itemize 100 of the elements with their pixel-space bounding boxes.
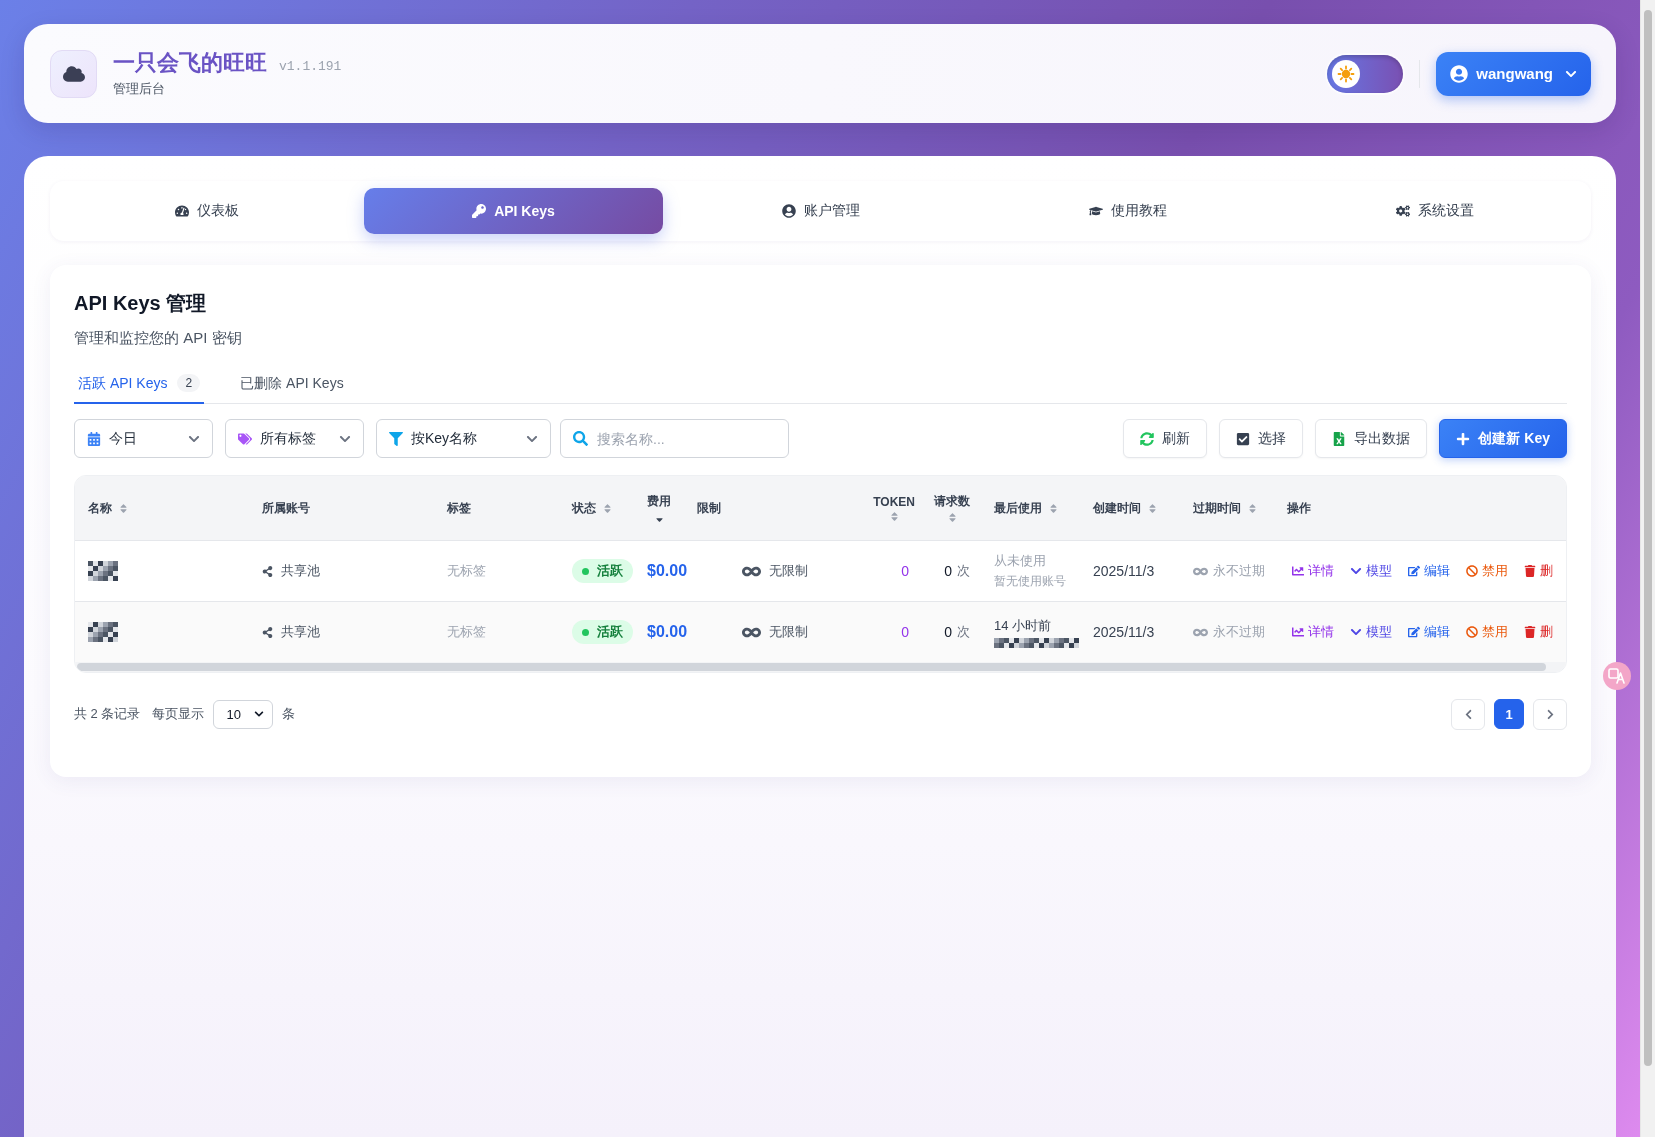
toolbar-button[interactable]: 刷新 (1123, 419, 1208, 458)
limit-text: 无限制 (769, 623, 808, 641)
last-used-time: 从未使用 (994, 552, 1047, 570)
limit-text: 无限制 (769, 562, 808, 580)
status-dot-icon (582, 628, 589, 636)
tags-text: 无标签 (447, 562, 486, 580)
nav-tab[interactable]: 使用教程 (978, 188, 1277, 234)
models-link[interactable]: 模型 (1345, 619, 1397, 645)
delete-link[interactable]: 删 (1519, 619, 1558, 645)
filter-select[interactable]: 今日 (74, 419, 213, 458)
filter-select[interactable]: 所有标签 (225, 419, 364, 458)
ban-icon (1466, 626, 1478, 638)
chevron-down-icon (1350, 626, 1362, 638)
column-header[interactable]: 名称 (88, 499, 112, 517)
search-field[interactable]: 搜索名称... (560, 419, 789, 458)
status-label: 活跃 (597, 562, 623, 580)
filter-select[interactable]: 按Key名称 (376, 419, 551, 458)
expiry-text: 永不过期 (1213, 623, 1265, 641)
sort-icon[interactable] (1247, 502, 1258, 514)
nav-tab[interactable]: API Keys (364, 188, 663, 234)
sort-icon[interactable] (1048, 502, 1059, 514)
cloud-logo-icon (50, 49, 97, 98)
theme-toggle[interactable] (1327, 54, 1404, 93)
sort-icon[interactable] (1147, 502, 1158, 514)
column-header: 操作 (1287, 499, 1311, 517)
tab-label: 活跃 API Keys (78, 374, 168, 393)
edit-link[interactable]: 编辑 (1403, 558, 1455, 584)
filter-icon (389, 431, 403, 446)
nav-tab[interactable]: 系统设置 (1285, 188, 1584, 234)
sort-icon[interactable] (888, 510, 900, 522)
details-link[interactable]: 详情 (1287, 558, 1339, 584)
horizontal-scrollbar[interactable] (75, 662, 1566, 672)
edit-link[interactable]: 编辑 (1403, 619, 1455, 645)
create-button[interactable]: 创建新 Key (1439, 419, 1567, 458)
column-header[interactable]: 费用 (647, 493, 671, 510)
page-title: API Keys 管理 (74, 291, 208, 316)
page-button[interactable]: 1 (1494, 699, 1524, 729)
count-badge: 2 (177, 374, 201, 392)
toolbar-button[interactable]: 选择 (1219, 419, 1304, 458)
created-date: 2025/11/3 (1093, 563, 1155, 579)
nav-tab[interactable]: 账户管理 (671, 188, 970, 234)
sort-icon[interactable] (602, 502, 613, 514)
status-dot-icon (582, 567, 589, 575)
checkbox-icon (1236, 431, 1251, 446)
app-subtitle: 管理后台 (113, 80, 166, 98)
gears-icon (1395, 204, 1410, 218)
expiry-text: 永不过期 (1213, 562, 1265, 580)
calendar-icon (87, 431, 101, 446)
models-link[interactable]: 模型 (1345, 558, 1397, 584)
column-header: 限制 (697, 499, 721, 517)
created-date: 2025/11/3 (1093, 624, 1155, 640)
search-icon (573, 431, 588, 446)
edit-icon (1408, 626, 1420, 638)
delete-link[interactable]: 删 (1519, 558, 1558, 584)
translate-icon[interactable] (1603, 662, 1631, 690)
disable-link[interactable]: 禁用 (1461, 619, 1513, 645)
previous-page-button[interactable] (1451, 698, 1485, 730)
column-header[interactable]: 最后使用 (994, 499, 1042, 517)
chevron-down-icon (1350, 565, 1362, 577)
chart-line-icon (1292, 565, 1304, 577)
user-menu-button[interactable]: wangwang (1436, 51, 1591, 96)
share-icon (262, 626, 273, 638)
last-used-account: 暂无使用账号 (994, 573, 1066, 590)
tags-icon (238, 431, 252, 446)
last-used-time: 14 小时前 (994, 616, 1053, 635)
key-list-tab[interactable]: 已删除 API Keys (236, 367, 348, 404)
page-scrollbar[interactable] (1640, 0, 1655, 1137)
column-header[interactable]: 过期时间 (1193, 499, 1241, 517)
token-count: 0 (901, 563, 909, 579)
column-header[interactable]: TOKEN (873, 494, 915, 509)
app-title: 一只会飞的旺旺 (113, 49, 267, 77)
chevron-down-icon (254, 709, 265, 719)
details-link[interactable]: 详情 (1287, 619, 1339, 645)
column-header: 标签 (447, 499, 471, 517)
column-header[interactable]: 请求数 (934, 493, 970, 510)
column-header[interactable]: 创建时间 (1093, 499, 1141, 517)
disable-link[interactable]: 禁用 (1461, 558, 1513, 584)
nav-tab[interactable]: 仪表板 (57, 188, 356, 234)
column-header: 所属账号 (262, 499, 310, 517)
sort-icon[interactable] (118, 502, 129, 514)
account-text: 共享池 (281, 562, 320, 580)
ban-icon (1466, 565, 1478, 577)
next-page-button[interactable] (1533, 698, 1567, 730)
chart-line-icon (1292, 626, 1304, 638)
record-count: 共 2 条记录 (74, 705, 141, 723)
key-list-tab[interactable]: 活跃 API Keys 2 (74, 367, 205, 404)
graduation-cap-icon (1088, 204, 1103, 218)
tab-label: 已删除 API Keys (240, 374, 344, 393)
page-size-select[interactable]: 10 (213, 699, 274, 729)
cost-value: $0.00 (647, 623, 688, 641)
column-header[interactable]: 状态 (572, 499, 596, 517)
page-description: 管理和监控您的 API 密钥 (74, 328, 243, 348)
sort-icon[interactable] (946, 512, 958, 523)
spreadsheet-file-icon (1332, 431, 1347, 446)
account-text: 共享池 (281, 623, 320, 641)
share-icon (262, 565, 273, 577)
request-unit: 次 (957, 623, 970, 641)
toolbar-button[interactable]: 导出数据 (1315, 419, 1428, 458)
status-label: 活跃 (597, 623, 623, 641)
tags-text: 无标签 (447, 623, 486, 641)
